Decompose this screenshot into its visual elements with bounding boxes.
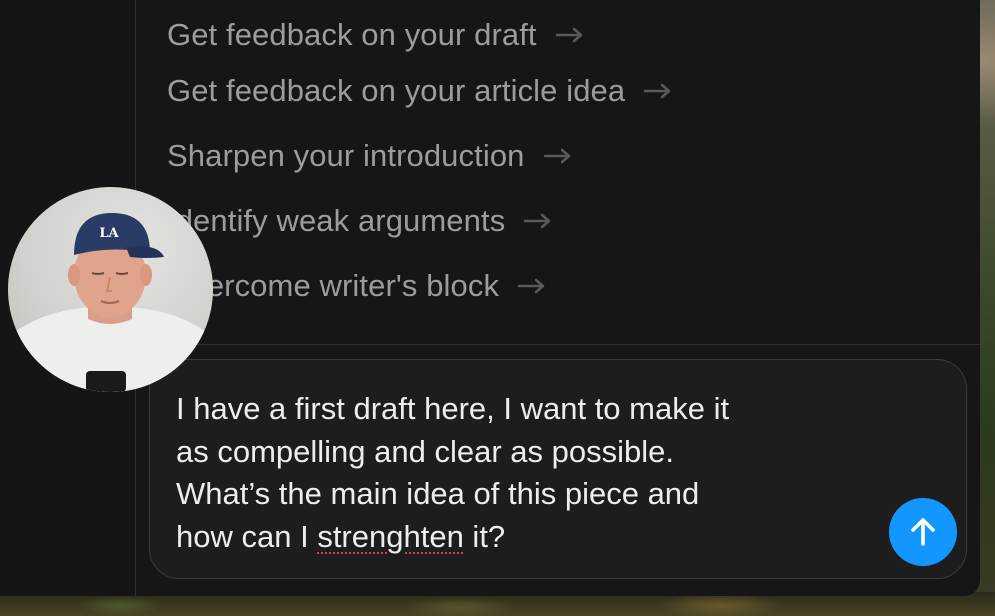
suggestion-feedback-article-idea[interactable]: Get feedback on your article idea <box>167 58 967 123</box>
suggestion-list: Get feedback on your draft Get feedback … <box>167 12 967 318</box>
arrow-right-icon <box>517 278 545 293</box>
suggestion-overcome-writers-block[interactable]: Overcome writer's block <box>167 253 967 318</box>
misspelled-word[interactable]: strenghten <box>317 519 464 554</box>
suggestion-feedback-draft[interactable]: Get feedback on your draft <box>167 12 967 58</box>
suggestion-identify-weak-arguments[interactable]: Identify weak arguments <box>167 188 967 253</box>
suggestion-label: Sharpen your introduction <box>167 137 525 173</box>
suggestion-label: Get feedback on your draft <box>167 17 537 52</box>
suggestion-label: Identify weak arguments <box>167 202 506 238</box>
arrow-right-icon <box>524 213 551 228</box>
presenter-avatar: LA <box>8 213 213 392</box>
suggestion-label: Overcome writer's block <box>167 267 500 303</box>
message-text-end: it? <box>463 518 506 554</box>
divider <box>136 344 980 345</box>
send-button[interactable] <box>889 498 957 566</box>
arrow-right-icon <box>643 83 671 98</box>
arrow-right-icon <box>555 27 582 43</box>
message-composer[interactable]: I have a first draft here, I want to mak… <box>149 359 967 579</box>
cap-logo: LA <box>99 226 119 241</box>
suggestion-sharpen-introduction[interactable]: Sharpen your introduction <box>167 123 967 188</box>
webcam-overlay: LA <box>8 187 213 392</box>
message-input[interactable]: I have a first draft here, I want to mak… <box>176 388 866 558</box>
suggestion-label: Get feedback on your article idea <box>167 72 626 108</box>
arrow-right-icon <box>543 148 570 163</box>
arrow-up-icon <box>911 518 935 546</box>
